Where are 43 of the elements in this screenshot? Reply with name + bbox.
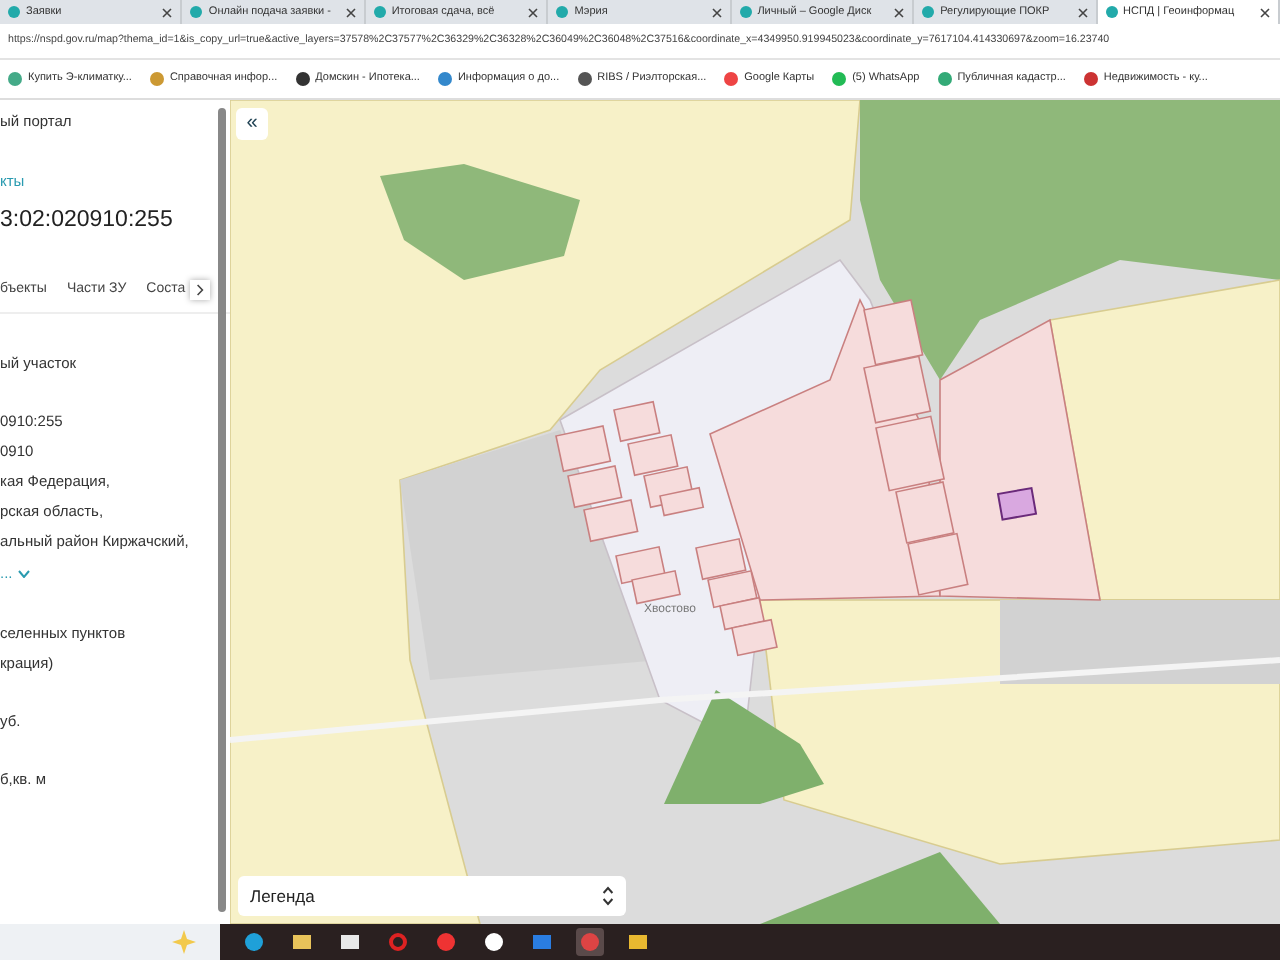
circle-app-icon	[580, 932, 600, 952]
sort-arrows-icon	[602, 886, 614, 906]
close-icon[interactable]	[1077, 7, 1088, 17]
close-icon[interactable]	[711, 7, 722, 17]
ring-icon	[388, 932, 408, 952]
bag-icon	[340, 932, 360, 952]
cadastral-number: 3:02:020910:255	[0, 206, 175, 237]
close-icon[interactable]	[162, 7, 173, 17]
tab-favicon-icon	[1105, 6, 1118, 18]
circle-app-icon	[436, 932, 456, 952]
selected-parcel	[996, 486, 1038, 521]
globe-icon	[244, 932, 264, 952]
bookmark-favicon-icon	[149, 72, 164, 86]
tab-favicon-icon	[556, 6, 569, 18]
bookmark-favicon-icon	[832, 72, 847, 86]
folder-icon	[292, 932, 312, 952]
close-icon[interactable]	[345, 7, 356, 17]
tab-favicon-icon	[8, 6, 20, 18]
chevron-down-icon	[18, 569, 31, 578]
legend-select[interactable]: Легенда	[238, 876, 626, 916]
bookmark-favicon-icon	[724, 72, 739, 86]
circle-app-icon	[484, 932, 504, 952]
bookmark-favicon-icon	[8, 72, 22, 86]
close-icon[interactable]	[528, 7, 539, 17]
scroll-right-button[interactable]	[189, 279, 210, 300]
bookmark-favicon-icon	[295, 72, 310, 86]
close-icon[interactable]	[894, 7, 905, 17]
folder-icon	[628, 932, 648, 952]
tab-favicon-icon	[922, 6, 935, 18]
bookmark-favicon-icon	[577, 72, 592, 86]
bookmark-favicon-icon	[937, 72, 952, 86]
tab-favicon-icon	[190, 6, 203, 18]
sparkle-icon	[172, 930, 196, 954]
collapse-button[interactable]: «	[236, 108, 268, 140]
taskbar-app-button[interactable]	[480, 928, 508, 956]
bookmark-favicon-icon	[437, 72, 452, 86]
bookmark-favicon-icon	[1083, 72, 1098, 86]
tab-favicon-icon	[739, 6, 752, 18]
close-icon[interactable]	[1259, 7, 1270, 17]
scrollbar[interactable]	[218, 108, 226, 912]
envelope-icon	[532, 932, 552, 952]
tab-favicon-icon	[373, 6, 386, 18]
chevron-right-icon	[195, 283, 204, 296]
